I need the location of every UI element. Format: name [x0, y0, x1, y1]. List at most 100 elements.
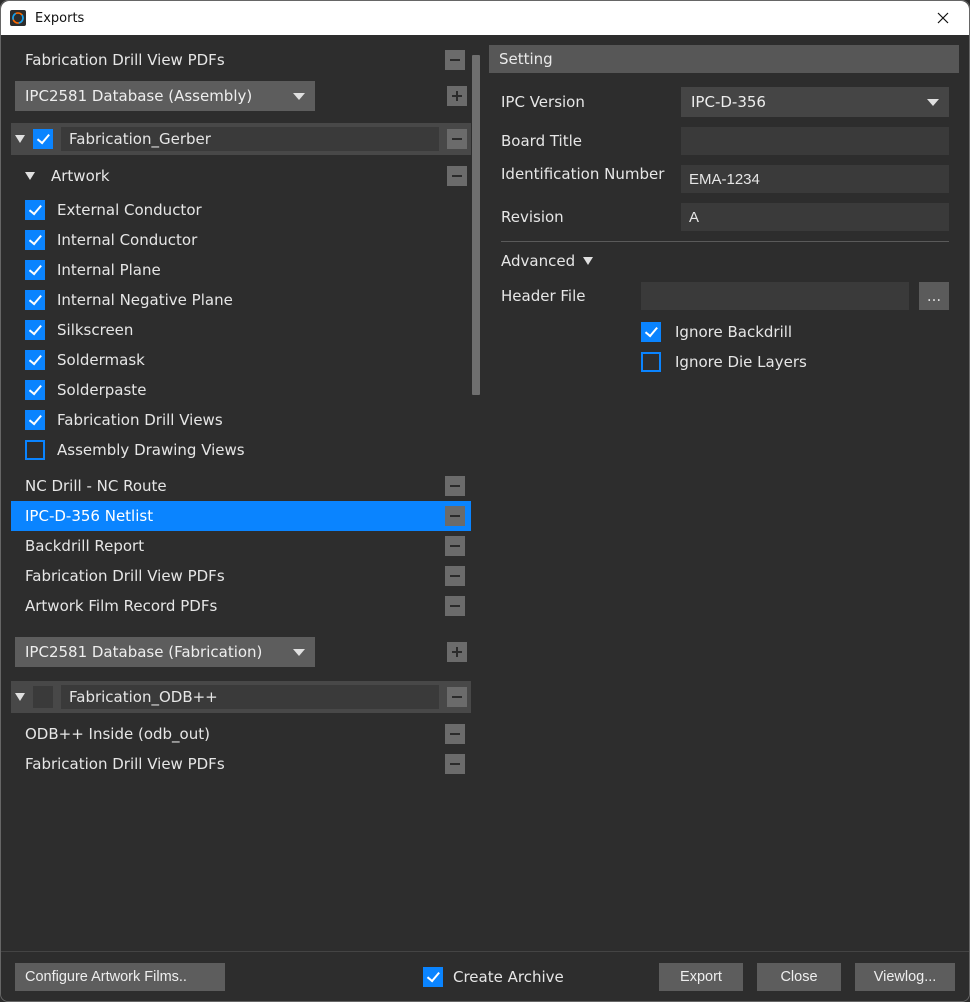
window-title: Exports: [35, 11, 921, 26]
artwork-item[interactable]: Internal Conductor: [11, 225, 471, 255]
sub-section-row[interactable]: Fabrication Drill View PDFs: [11, 561, 471, 591]
collapse-button[interactable]: [445, 596, 465, 616]
sub-section-row[interactable]: Fabrication Drill View PDFs: [11, 749, 471, 779]
artwork-section-header[interactable]: Artwork: [11, 163, 471, 189]
odb-sub-sections: ODB++ Inside (odb_out) Fabrication Drill …: [11, 719, 471, 779]
identification-number-label: Identification Number: [501, 165, 671, 184]
collapse-button[interactable]: [445, 50, 465, 70]
expand-icon: [25, 172, 35, 180]
app-icon: [9, 9, 27, 27]
header-file-input[interactable]: [641, 282, 909, 310]
expand-icon: [15, 135, 25, 143]
scrollbar-thumb[interactable]: [472, 55, 480, 395]
artwork-item-label: External Conductor: [57, 201, 202, 219]
settings-panel: Setting IPC Version IPC-D-356 Board Titl…: [489, 45, 959, 945]
add-button[interactable]: [447, 642, 467, 662]
sub-section-label: NC Drill - NC Route: [25, 477, 435, 495]
header-file-label: Header File: [501, 287, 631, 305]
artwork-item-label: Fabrication Drill Views: [57, 411, 223, 429]
artwork-item-checkbox[interactable]: [25, 380, 45, 400]
artwork-item-checkbox[interactable]: [25, 350, 45, 370]
chevron-down-icon: [927, 99, 939, 106]
ignore-backdrill-checkbox[interactable]: [641, 322, 661, 342]
advanced-section-toggle[interactable]: Advanced: [501, 252, 949, 270]
section-fab-drill-view-pdfs-top[interactable]: Fabrication Drill View PDFs: [11, 45, 471, 75]
artwork-item[interactable]: Internal Negative Plane: [11, 285, 471, 315]
artwork-item[interactable]: External Conductor: [11, 195, 471, 225]
revision-input[interactable]: [681, 203, 949, 231]
artwork-item-label: Silkscreen: [57, 321, 133, 339]
artwork-item-checkbox[interactable]: [25, 200, 45, 220]
artwork-item-checkbox[interactable]: [25, 230, 45, 250]
sub-section-label: ODB++ Inside (odb_out): [25, 725, 435, 743]
sub-section-label: Fabrication Drill View PDFs: [25, 755, 435, 773]
collapse-button[interactable]: [445, 506, 465, 526]
artwork-item-checkbox[interactable]: [25, 410, 45, 430]
assembly-database-dropdown[interactable]: IPC2581 Database (Assembly): [15, 81, 315, 111]
titlebar: Exports: [1, 1, 969, 35]
export-button[interactable]: Export: [659, 963, 743, 991]
gerber-sub-sections: NC Drill - NC Route IPC-D-356 Netlist Back…: [11, 471, 471, 621]
sub-section-row[interactable]: Artwork Film Record PDFs: [11, 591, 471, 621]
chevron-down-icon: [583, 257, 593, 265]
artwork-item-label: Internal Conductor: [57, 231, 197, 249]
artwork-item[interactable]: Soldermask: [11, 345, 471, 375]
board-title-label: Board Title: [501, 132, 671, 150]
collapse-button[interactable]: [447, 166, 467, 186]
artwork-item[interactable]: Internal Plane: [11, 255, 471, 285]
divider: [501, 241, 949, 242]
create-archive-label: Create Archive: [453, 968, 564, 986]
sub-section-row[interactable]: ODB++ Inside (odb_out): [11, 719, 471, 749]
artwork-item-label: Solderpaste: [57, 381, 146, 399]
revision-label: Revision: [501, 208, 671, 226]
browse-header-file-button[interactable]: ...: [919, 282, 949, 310]
artwork-item-checkbox[interactable]: [25, 290, 45, 310]
collapse-button[interactable]: [445, 536, 465, 556]
add-button[interactable]: [447, 86, 467, 106]
assembly-add-row: IPC2581 Database (Assembly): [11, 81, 471, 111]
window-close-button[interactable]: [921, 1, 965, 35]
viewlog-button[interactable]: Viewlog...: [855, 963, 955, 991]
remove-group-button[interactable]: [447, 687, 467, 707]
sub-section-label: Backdrill Report: [25, 537, 435, 555]
group-gerber-enable-checkbox[interactable]: [33, 129, 53, 149]
chevron-down-icon: [293, 93, 305, 100]
scrollbar[interactable]: [471, 45, 481, 945]
ipc-version-dropdown[interactable]: IPC-D-356: [681, 87, 949, 117]
sub-section-label: IPC-D-356 Netlist: [25, 507, 435, 525]
sub-section-row[interactable]: Backdrill Report: [11, 531, 471, 561]
artwork-item[interactable]: Solderpaste: [11, 375, 471, 405]
artwork-item-checkbox[interactable]: [25, 320, 45, 340]
fabrication-database-dropdown[interactable]: IPC2581 Database (Fabrication): [15, 637, 315, 667]
collapse-button[interactable]: [445, 754, 465, 774]
group-fabrication-gerber-header[interactable]: Fabrication_Gerber: [11, 123, 471, 155]
create-archive-checkbox[interactable]: [423, 967, 443, 987]
export-tree-panel: Fabrication Drill View PDFs IPC2581 Data…: [11, 45, 481, 945]
collapse-button[interactable]: [445, 476, 465, 496]
close-button[interactable]: Close: [757, 963, 841, 991]
collapse-button[interactable]: [445, 724, 465, 744]
sub-section-row[interactable]: NC Drill - NC Route: [11, 471, 471, 501]
artwork-item-checkbox[interactable]: [25, 260, 45, 280]
fabrication-add-row: IPC2581 Database (Fabrication): [11, 637, 471, 667]
collapse-button[interactable]: [445, 566, 465, 586]
group-gerber-name[interactable]: Fabrication_Gerber: [61, 127, 439, 151]
artwork-item-checkbox[interactable]: [25, 440, 45, 460]
remove-group-button[interactable]: [447, 129, 467, 149]
artwork-item[interactable]: Silkscreen: [11, 315, 471, 345]
sub-section-label: Fabrication Drill View PDFs: [25, 567, 435, 585]
artwork-item[interactable]: Assembly Drawing Views: [11, 435, 471, 465]
identification-number-input[interactable]: [681, 165, 949, 193]
export-tree-scroll[interactable]: Fabrication Drill View PDFs IPC2581 Data…: [11, 45, 471, 945]
group-odb-name[interactable]: Fabrication_ODB++: [61, 685, 439, 709]
board-title-input[interactable]: [681, 127, 949, 155]
sub-section-row[interactable]: IPC-D-356 Netlist: [11, 501, 471, 531]
ignore-backdrill-label: Ignore Backdrill: [675, 323, 792, 341]
configure-artwork-films-button[interactable]: Configure Artwork Films..: [15, 963, 225, 991]
group-odb-enable-checkbox[interactable]: [33, 686, 53, 708]
ignore-die-layers-checkbox[interactable]: [641, 352, 661, 372]
group-fabrication-odb-header[interactable]: Fabrication_ODB++: [11, 681, 471, 713]
create-archive-option[interactable]: Create Archive: [423, 967, 564, 987]
artwork-item[interactable]: Fabrication Drill Views: [11, 405, 471, 435]
settings-header: Setting: [489, 45, 959, 73]
